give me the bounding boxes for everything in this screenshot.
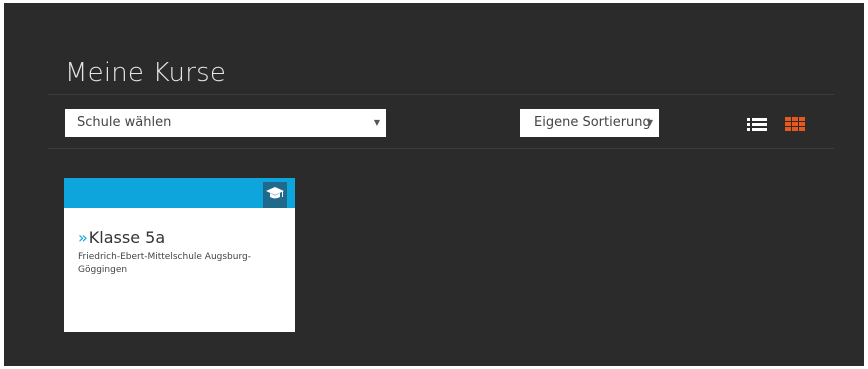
course-name: Klasse 5a bbox=[88, 228, 166, 247]
caret-down-icon: ▼ bbox=[373, 118, 380, 127]
divider bbox=[48, 148, 834, 149]
course-card[interactable]: »Klasse 5a Friedrich-Ebert-Mittelschule … bbox=[64, 178, 295, 332]
sort-select-value: Eigene Sortierung bbox=[534, 115, 651, 130]
divider bbox=[48, 94, 834, 95]
school-select[interactable]: Schule wählen ▼ bbox=[65, 109, 386, 137]
course-school: Friedrich-Ebert-Mittelschule Augsburg-Gö… bbox=[78, 252, 251, 275]
double-chevron-right-icon: » bbox=[78, 228, 88, 247]
page-title: Meine Kurse bbox=[65, 58, 227, 88]
course-card-header bbox=[64, 178, 295, 208]
caret-down-icon: ▼ bbox=[646, 118, 653, 127]
graduation-cap-icon bbox=[263, 182, 287, 208]
list-view-icon[interactable] bbox=[747, 116, 767, 131]
app-frame: Meine Kurse Schule wählen ▼ Eigene Sorti… bbox=[4, 3, 864, 366]
course-title[interactable]: »Klasse 5a bbox=[78, 228, 165, 247]
grid-view-icon[interactable] bbox=[785, 116, 805, 131]
sort-select[interactable]: Eigene Sortierung ▼ bbox=[520, 109, 659, 137]
school-select-value: Schule wählen bbox=[77, 115, 172, 130]
